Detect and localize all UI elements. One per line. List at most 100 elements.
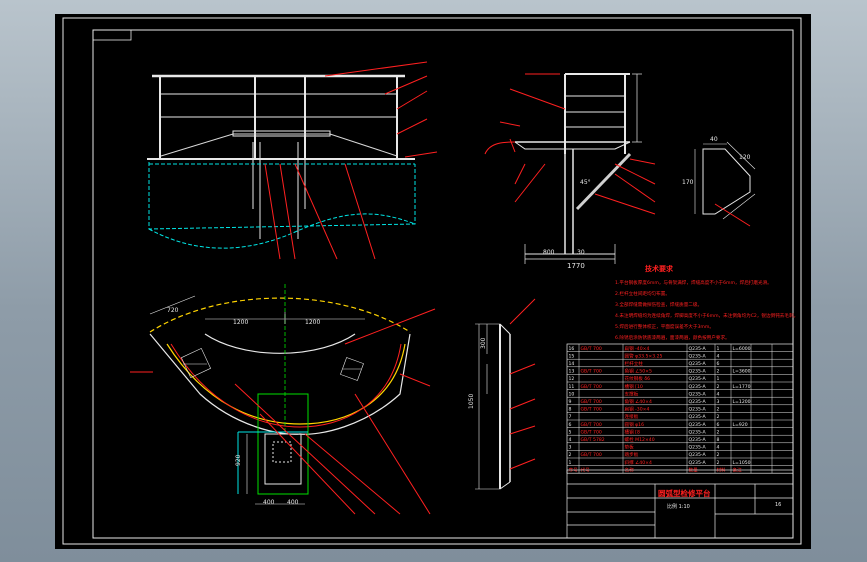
dim-30: 30 bbox=[577, 249, 585, 256]
bom-cell: 11 bbox=[569, 384, 575, 390]
bom-cell: 2 bbox=[717, 414, 720, 420]
dim-1200-right: 1200 bbox=[305, 319, 320, 326]
bom-cell: 8 bbox=[569, 407, 572, 413]
bom-cell: 栏杆立柱 bbox=[625, 360, 644, 367]
bom-cell: 6 bbox=[717, 361, 720, 367]
bom-cell: 4 bbox=[717, 445, 720, 451]
bom-cell: L=3600 bbox=[733, 369, 751, 375]
bom-cell: 5 bbox=[569, 429, 572, 435]
title-count: 16 bbox=[775, 502, 781, 508]
bom-cell: Q235-A bbox=[689, 422, 707, 428]
tech-line: 3.全部焊缝需做探伤检查，焊缝质量二级。 bbox=[615, 301, 702, 308]
bom-cell: GB/T 700 bbox=[581, 422, 602, 428]
tech-line: 4.未注明焊缝均为连续角焊，焊脚高度不小于6mm，未注倒角均为C2，锐边倒钝去毛… bbox=[615, 312, 798, 319]
tech-title: 技术要求 bbox=[645, 264, 674, 273]
bom-cell: Q235-A bbox=[689, 445, 707, 451]
bom-cell: L=1200 bbox=[733, 399, 751, 405]
plan-leaders bbox=[130, 308, 436, 515]
bom-cell: GB/T 700 bbox=[581, 384, 602, 390]
tech-line: 5.焊后进行整体校正，平面度误差不大于3mm。 bbox=[615, 323, 714, 330]
front-view-leaders bbox=[264, 61, 438, 260]
detail-leader bbox=[714, 203, 751, 227]
bom-cell: 踏步板 bbox=[625, 451, 639, 458]
bom-cell: Q235-A bbox=[689, 346, 707, 352]
dim-400-right: 400 bbox=[287, 499, 299, 506]
bom-cell: 12 bbox=[569, 376, 575, 382]
bom-cell: 斜撑 ∠40×4 bbox=[625, 459, 652, 466]
bom-cell: 2 bbox=[717, 369, 720, 375]
bom-cell: 4 bbox=[717, 391, 720, 397]
bom-cell: GB/T 700 bbox=[581, 346, 602, 352]
bom-cell: 6 bbox=[717, 422, 720, 428]
bom-cell: GB/T 700 bbox=[581, 369, 602, 375]
side-view-leaders bbox=[499, 73, 656, 215]
bom-cell: 14 bbox=[569, 361, 575, 367]
dim-720: 720 bbox=[167, 307, 179, 314]
bom-cell: 角钢 ∠50×5 bbox=[625, 368, 652, 375]
bom-cell: Q235-A bbox=[689, 399, 707, 405]
dim-1050: 1050 bbox=[468, 394, 475, 409]
bom-cell: Q235-A bbox=[689, 353, 707, 359]
tech-line: 1.平台钢板厚度6mm，与骨架满焊，焊缝高度不小于6mm，焊后打磨光滑。 bbox=[615, 279, 772, 286]
bom-cell: 圆钢 φ16 bbox=[625, 421, 645, 428]
bom-cell: L=1050 bbox=[733, 460, 751, 466]
dim-300: 300 bbox=[480, 337, 487, 349]
bom-cell: 16 bbox=[569, 346, 575, 352]
bom-cell: 1 bbox=[717, 346, 720, 352]
bom-cell: 4 bbox=[717, 353, 720, 359]
cad-drawing: 1770 800 30 45° 170 40 120 1200 1200 720… bbox=[62, 17, 802, 545]
dim-45: 45° bbox=[580, 179, 591, 186]
bom-cell: Q235-A bbox=[689, 429, 707, 435]
bom-cell: Q235-A bbox=[689, 361, 707, 367]
bom-cell: L=1770 bbox=[733, 384, 751, 390]
bom-cell: Q235-A bbox=[689, 452, 707, 458]
vertical-section-leaders bbox=[509, 298, 536, 470]
bom-cell: 2 bbox=[717, 384, 720, 390]
bom-cell: L=920 bbox=[733, 422, 748, 428]
bom-cell: GB/T 700 bbox=[581, 452, 602, 458]
dim-170: 170 bbox=[682, 179, 694, 186]
bom-table: 16 GB/T 700 扁钢 -40×4 Q235-A 1 L=600015 圆管 φ33.… bbox=[566, 343, 794, 474]
bom-cell: 3 bbox=[717, 399, 720, 405]
dim-800: 800 bbox=[543, 249, 555, 256]
bom-cell: 螺栓 M12×40 bbox=[625, 436, 655, 443]
bom-cell: 3 bbox=[569, 445, 572, 451]
bom-cell: GB/T 5782 bbox=[581, 437, 605, 443]
bom-cell: 2 bbox=[717, 407, 720, 413]
cad-viewport[interactable]: 1770 800 30 45° 170 40 120 1200 1200 720… bbox=[55, 14, 811, 549]
bom-cell: Q235-A bbox=[689, 460, 707, 466]
dim-40: 40 bbox=[710, 136, 718, 143]
corner-label-box bbox=[92, 29, 132, 41]
plan-stem bbox=[237, 393, 309, 495]
bom-cell: 槽钢 [8 bbox=[625, 428, 640, 435]
bom-cell: 扁钢 -40×4 bbox=[625, 345, 650, 352]
bom-cell: 4 bbox=[569, 437, 572, 443]
plan-view bbox=[149, 284, 411, 435]
bom-cell: 9 bbox=[569, 399, 572, 405]
bom-cell: 圆管 φ33.5×3.25 bbox=[625, 352, 663, 359]
bom-cell: 1 bbox=[569, 460, 572, 466]
bom-cell: 2 bbox=[717, 452, 720, 458]
bom-cell: 6 bbox=[569, 422, 572, 428]
bom-cell: Q235-A bbox=[689, 369, 707, 375]
bom-cell: Q235-A bbox=[689, 384, 707, 390]
side-view bbox=[484, 73, 632, 255]
bom-cell: 垫板 bbox=[625, 444, 635, 451]
bom-cell: 15 bbox=[569, 353, 575, 359]
bom-cell: 2 bbox=[717, 429, 720, 435]
bom-cell: Q235-A bbox=[689, 437, 707, 443]
bom-cell: 角钢 ∠40×4 bbox=[625, 398, 652, 405]
dim-400-left: 400 bbox=[263, 499, 275, 506]
title-scale: 比例 1:10 bbox=[667, 503, 690, 510]
bom-cell: 8 bbox=[717, 437, 720, 443]
bom-cell: Q235-A bbox=[689, 407, 707, 413]
bom-cell: GB/T 700 bbox=[581, 429, 602, 435]
bom-cell: GB/T 700 bbox=[581, 407, 602, 413]
bom-cell: Q235-A bbox=[689, 414, 707, 420]
bom-cell: 2 bbox=[717, 460, 720, 466]
bom-cell: 13 bbox=[569, 369, 575, 375]
bom-cell: 扁钢 -30×4 bbox=[625, 406, 650, 413]
tech-lines: 1.平台钢板厚度6mm，与骨架满焊，焊缝高度不小于6mm，焊后打磨光滑。 2.栏… bbox=[615, 279, 798, 341]
bom-cell: GB/T 700 bbox=[581, 399, 602, 405]
bom-cell: 7 bbox=[569, 414, 572, 420]
